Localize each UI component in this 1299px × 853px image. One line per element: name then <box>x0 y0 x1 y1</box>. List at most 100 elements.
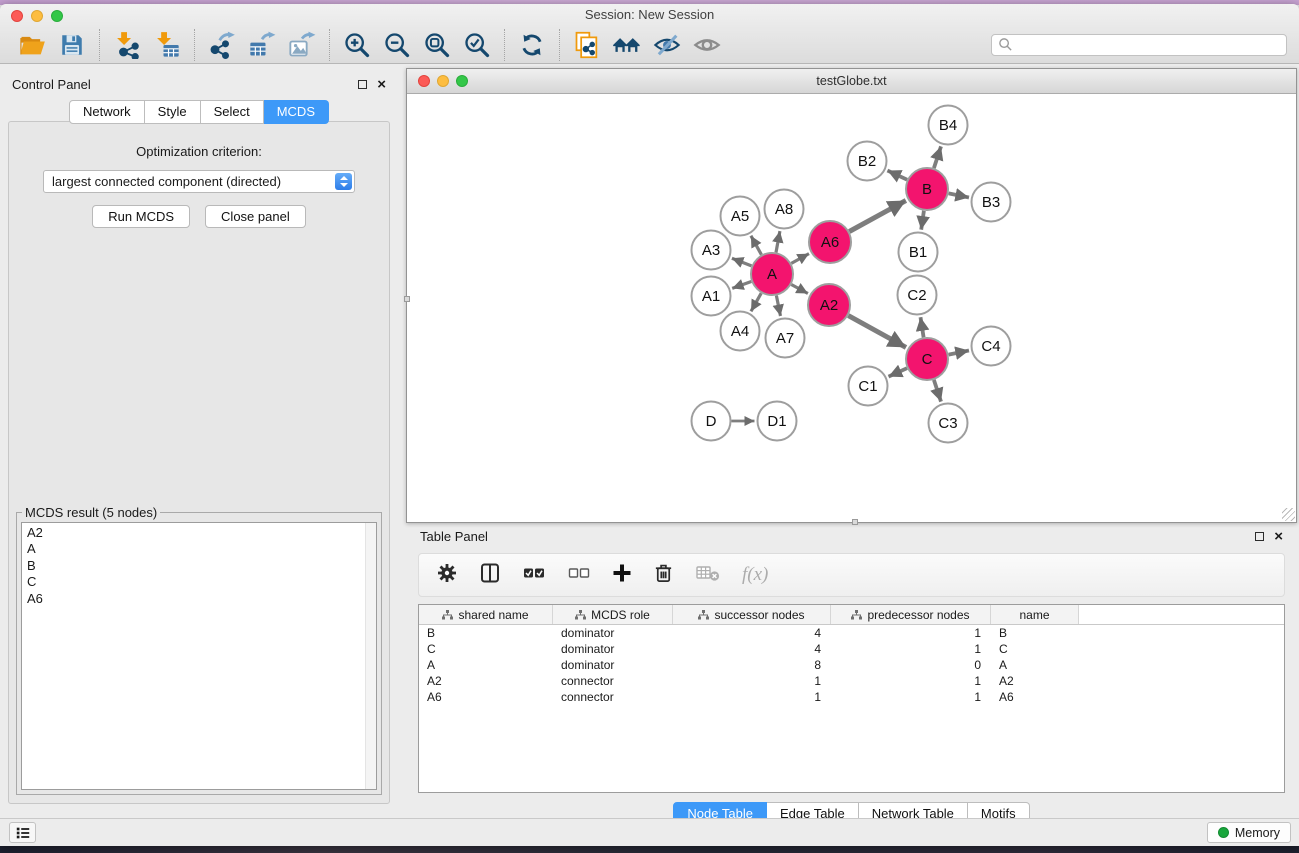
graph-node-C2[interactable]: C2 <box>898 276 937 315</box>
table-cell[interactable]: 4 <box>673 642 831 656</box>
memory-button[interactable]: Memory <box>1207 822 1291 843</box>
optimization-criterion-dropdown[interactable]: largest connected component (directed) <box>43 170 355 193</box>
clone-network-button[interactable] <box>567 28 607 62</box>
graph-node-A2[interactable]: A2 <box>808 284 850 326</box>
graph-node-C[interactable]: C <box>906 338 948 380</box>
select-all-columns-button[interactable] <box>522 564 546 587</box>
export-network-button[interactable] <box>202 28 242 62</box>
delete-table-button[interactable] <box>695 563 721 588</box>
result-list-scrollbar[interactable] <box>365 523 376 789</box>
table-cell[interactable]: dominator <box>553 626 673 640</box>
node-table[interactable]: shared nameMCDS rolesuccessor nodesprede… <box>418 604 1285 793</box>
graph-node-A[interactable]: A <box>751 253 793 295</box>
table-cell[interactable]: B <box>419 626 553 640</box>
export-table-button[interactable] <box>242 28 282 62</box>
table-cell[interactable]: dominator <box>553 658 673 672</box>
graph-node-C1[interactable]: C1 <box>849 367 888 406</box>
graph-edge-A-A5[interactable] <box>751 236 762 255</box>
table-cell[interactable]: A6 <box>419 690 553 704</box>
table-cell[interactable]: 1 <box>831 626 991 640</box>
graph-edge-A6-B[interactable] <box>849 201 906 232</box>
table-cell[interactable]: 0 <box>831 658 991 672</box>
table-cell[interactable]: A2 <box>419 674 553 688</box>
graph-edge-A-A1[interactable] <box>732 282 751 289</box>
graph-edge-B-B2[interactable] <box>887 171 907 180</box>
table-cell[interactable]: B <box>991 626 1079 640</box>
column-header-name[interactable]: name <box>991 605 1079 624</box>
deselect-all-columns-button[interactable] <box>567 564 591 587</box>
column-header-MCDS-role[interactable]: MCDS role <box>553 605 673 624</box>
hide-selected-button[interactable] <box>647 28 687 62</box>
graph-edge-A-A3[interactable] <box>732 258 752 266</box>
resize-grip-icon[interactable] <box>1282 508 1295 521</box>
bottom-resize-handle[interactable] <box>852 519 858 525</box>
graph-edge-A-A7[interactable] <box>776 296 780 316</box>
show-panels-button[interactable] <box>9 822 36 843</box>
graph-node-B[interactable]: B <box>906 168 948 210</box>
table-cell[interactable]: C <box>991 642 1079 656</box>
zoom-in-button[interactable] <box>337 28 377 62</box>
tab-network[interactable]: Network <box>69 100 145 124</box>
tab-select[interactable]: Select <box>201 100 264 124</box>
table-cell[interactable]: A <box>419 658 553 672</box>
network-graph[interactable]: AA1A2A3A4A5A6A7A8BB1B2B3B4CC1C2C3C4DD1 <box>407 94 1296 522</box>
table-cell[interactable]: connector <box>553 690 673 704</box>
table-row[interactable]: Adominator80A <box>419 657 1284 673</box>
graph-edge-C-C3[interactable] <box>934 380 941 402</box>
create-column-button[interactable] <box>612 563 632 588</box>
table-row[interactable]: Cdominator41C <box>419 641 1284 657</box>
delete-column-button[interactable] <box>653 562 674 589</box>
graph-edge-A-A6[interactable] <box>791 254 809 264</box>
mcds-result-item[interactable]: A6 <box>27 591 376 607</box>
graph-edge-C-C1[interactable] <box>889 368 908 376</box>
graph-node-B1[interactable]: B1 <box>899 233 938 272</box>
export-image-button[interactable] <box>282 28 322 62</box>
graph-node-C4[interactable]: C4 <box>972 327 1011 366</box>
graph-edge-A2-C[interactable] <box>848 316 906 348</box>
graph-node-A8[interactable]: A8 <box>765 190 804 229</box>
import-table-button[interactable] <box>147 28 187 62</box>
function-builder-button[interactable]: f(x) <box>742 564 768 586</box>
float-table-panel-icon[interactable] <box>1255 532 1264 541</box>
graph-node-A4[interactable]: A4 <box>721 312 760 351</box>
table-cell[interactable]: 8 <box>673 658 831 672</box>
zoom-out-button[interactable] <box>377 28 417 62</box>
table-cell[interactable]: A <box>991 658 1079 672</box>
table-row[interactable]: Bdominator41B <box>419 625 1284 641</box>
network-window-titlebar[interactable]: testGlobe.txt <box>407 69 1296 94</box>
graph-node-A1[interactable]: A1 <box>692 277 731 316</box>
column-header-successor-nodes[interactable]: successor nodes <box>673 605 831 624</box>
table-cell[interactable]: connector <box>553 674 673 688</box>
graph-node-B3[interactable]: B3 <box>972 183 1011 222</box>
table-row[interactable]: A2connector11A2 <box>419 673 1284 689</box>
table-cell[interactable]: 4 <box>673 626 831 640</box>
left-resize-handle[interactable] <box>404 296 410 302</box>
open-session-button[interactable] <box>12 28 52 62</box>
table-cell[interactable]: dominator <box>553 642 673 656</box>
refresh-button[interactable] <box>512 28 552 62</box>
table-cell[interactable]: 1 <box>831 674 991 688</box>
show-column-panel-button[interactable] <box>479 562 501 589</box>
graph-node-D1[interactable]: D1 <box>758 402 797 441</box>
run-mcds-button[interactable]: Run MCDS <box>92 205 190 228</box>
zoom-fit-button[interactable] <box>417 28 457 62</box>
table-row[interactable]: A6connector11A6 <box>419 689 1284 705</box>
show-selected-button[interactable] <box>687 28 727 62</box>
column-header-predecessor-nodes[interactable]: predecessor nodes <box>831 605 991 624</box>
graph-edge-B-B1[interactable] <box>921 211 924 230</box>
graph-edge-B-B3[interactable] <box>949 193 969 197</box>
column-header-shared-name[interactable]: shared name <box>419 605 553 624</box>
import-network-button[interactable] <box>107 28 147 62</box>
search-field[interactable] <box>991 34 1287 56</box>
graph-node-A7[interactable]: A7 <box>766 319 805 358</box>
graph-node-A3[interactable]: A3 <box>692 231 731 270</box>
graph-edge-C-C2[interactable] <box>921 317 924 337</box>
table-cell[interactable]: 1 <box>673 674 831 688</box>
tab-mcds[interactable]: MCDS <box>264 100 329 124</box>
table-cell[interactable]: 1 <box>831 642 991 656</box>
mcds-result-item[interactable]: B <box>27 558 376 574</box>
table-cell[interactable]: A6 <box>991 690 1079 704</box>
zoom-selected-button[interactable] <box>457 28 497 62</box>
graph-edge-C-C4[interactable] <box>949 351 969 355</box>
graph-edge-A-A2[interactable] <box>791 285 808 294</box>
